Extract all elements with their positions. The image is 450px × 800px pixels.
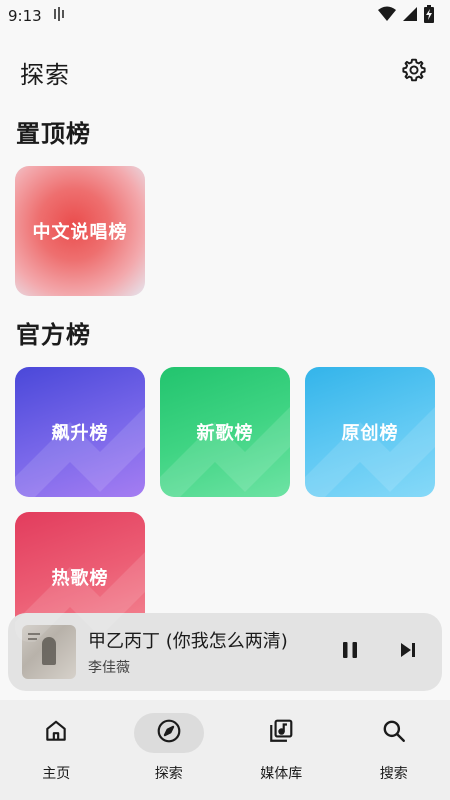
nav-icon-container	[246, 713, 316, 753]
gear-icon	[401, 57, 427, 87]
nav-label: 媒体库	[260, 766, 303, 782]
nav-icon-container	[21, 713, 91, 753]
home-icon	[43, 718, 69, 748]
nav-item-search[interactable]: 搜索	[344, 713, 444, 783]
chart-card-label: 新歌榜	[196, 423, 254, 444]
settings-button[interactable]	[398, 56, 430, 88]
bottom-navigation: 主页 探索 媒体库 搜索	[0, 700, 450, 800]
chart-card-label: 飙升榜	[51, 423, 109, 444]
status-time: 9:13	[8, 7, 42, 25]
nav-label: 搜索	[379, 766, 408, 782]
chart-card-label: 中文说唱榜	[32, 222, 128, 243]
nav-label: 主页	[42, 766, 71, 782]
pause-button[interactable]	[330, 632, 370, 672]
section-title-official: 官方榜	[16, 321, 91, 349]
pause-icon	[339, 639, 361, 665]
chart-card-chinese-rap[interactable]: 中文说唱榜	[15, 166, 145, 296]
search-icon	[381, 718, 407, 748]
status-bar: 9:13	[0, 0, 450, 32]
nav-item-home[interactable]: 主页	[6, 713, 106, 783]
audio-wave-icon	[52, 6, 68, 26]
chart-card-label: 热歌榜	[51, 568, 109, 589]
nav-label: 探索	[154, 766, 183, 782]
music-library-icon	[268, 718, 294, 748]
track-artist: 李佳薇	[88, 660, 130, 676]
chart-card-label: 原创榜	[341, 423, 399, 444]
nav-item-library[interactable]: 媒体库	[231, 713, 331, 783]
page-title: 探索	[20, 60, 70, 89]
chart-card-original[interactable]: 原创榜	[305, 367, 435, 497]
signal-icon	[402, 6, 418, 26]
nav-item-explore[interactable]: 探索	[119, 713, 219, 783]
nav-icon-container	[133, 713, 204, 753]
section-title-pinned: 置顶榜	[16, 120, 91, 148]
top-app-bar: 探索	[0, 44, 450, 100]
chart-card-rising[interactable]: 飙升榜	[15, 367, 145, 497]
wifi-icon	[378, 6, 396, 26]
chart-card-new-songs[interactable]: 新歌榜	[160, 367, 290, 497]
nav-icon-container	[359, 713, 429, 753]
battery-charging-icon	[424, 5, 434, 27]
skip-next-button[interactable]	[388, 632, 428, 672]
chart-card-hot-songs[interactable]: 热歌榜	[15, 512, 145, 642]
compass-icon	[156, 718, 182, 748]
skip-next-icon	[397, 639, 419, 665]
